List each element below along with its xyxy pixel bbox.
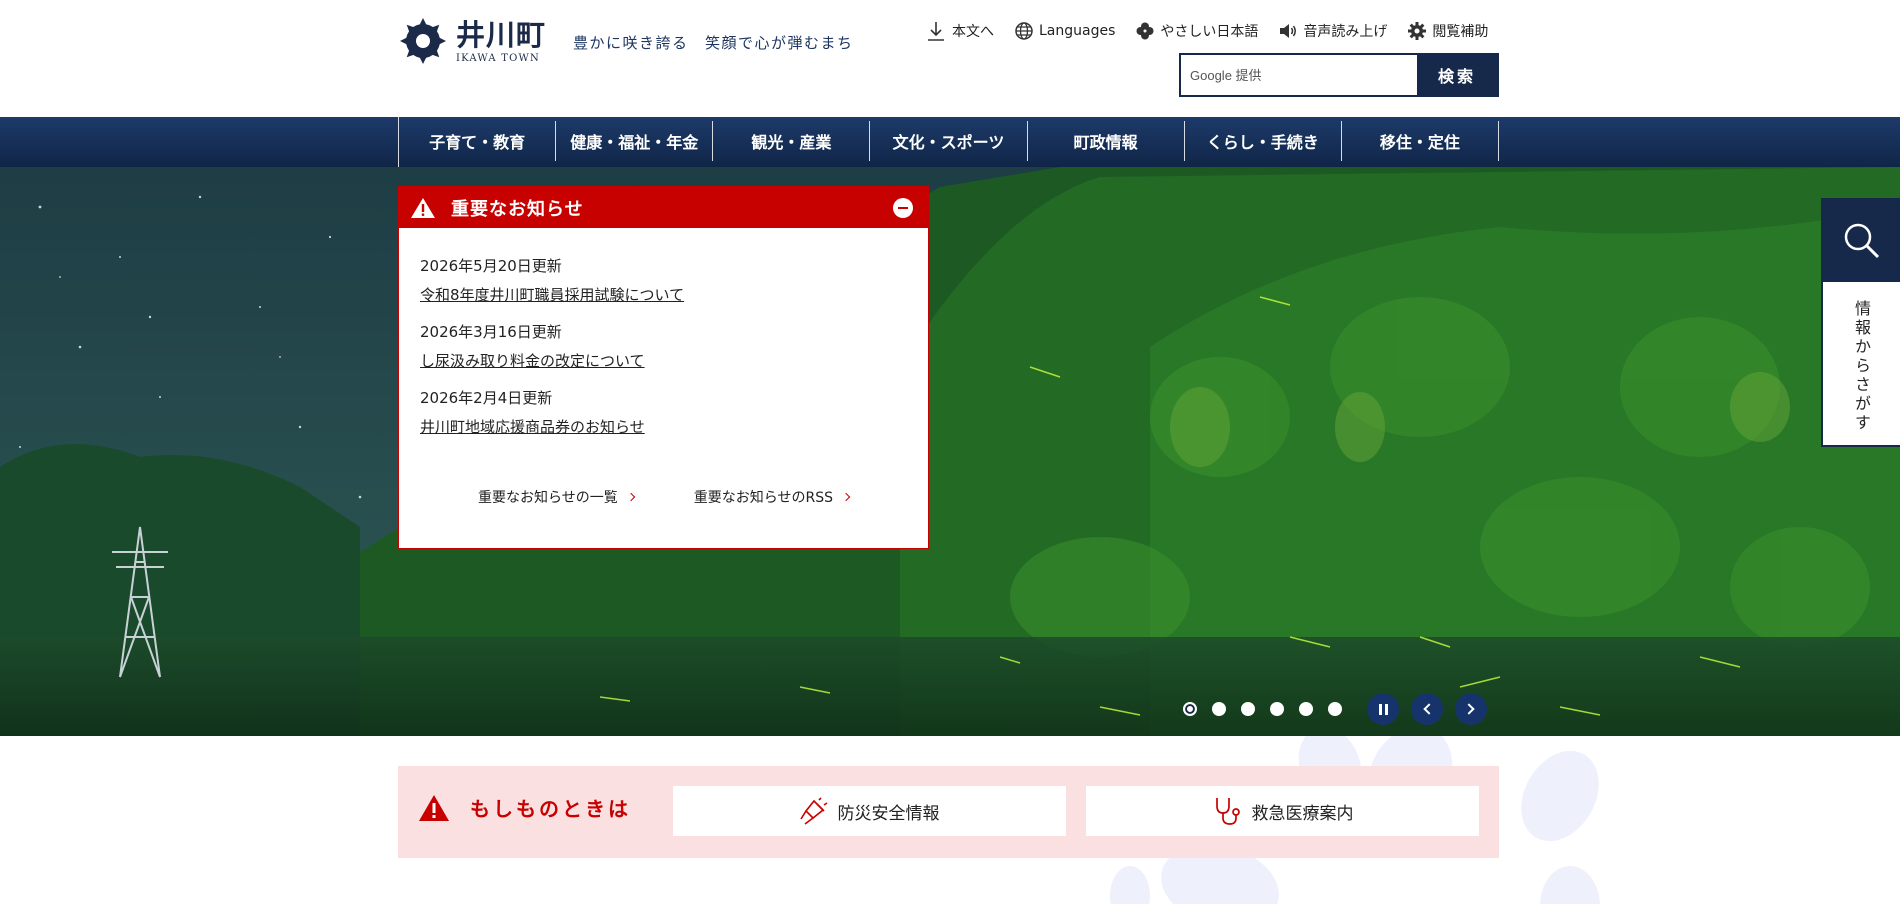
chevron-right-icon bbox=[841, 492, 851, 502]
notice-rss-link-label: 重要なお知らせのRSS bbox=[693, 490, 833, 506]
utility-label: やさしい日本語 bbox=[1160, 24, 1259, 40]
emergency-title: もしものときは bbox=[418, 793, 631, 822]
nav-item-town-government[interactable]: 町政情報 bbox=[1028, 121, 1185, 161]
chevron-right-icon bbox=[626, 492, 635, 502]
nav-item-tourism-industry[interactable]: 観光・産業 bbox=[713, 121, 871, 161]
notice-list-link[interactable]: 重要なお知らせの一覧 bbox=[478, 487, 635, 507]
skip-to-content-link[interactable]: 本文へ bbox=[925, 19, 994, 43]
site-search-form: 検索 bbox=[1179, 53, 1499, 97]
notice-list-link-label: 重要なお知らせの一覧 bbox=[478, 490, 618, 506]
slider-dot-6[interactable] bbox=[1328, 702, 1342, 716]
tagline: 豊かに咲き誇る 笑顔で心が弾むまち bbox=[573, 34, 854, 52]
stethoscope-icon bbox=[1215, 798, 1240, 825]
globe-icon bbox=[1015, 22, 1033, 40]
notice-title: 重要なお知らせ bbox=[451, 198, 584, 220]
nav-item-relocation[interactable]: 移住・定住 bbox=[1342, 121, 1499, 161]
logo-title: 井川町 bbox=[456, 17, 547, 52]
emergency-medical-button[interactable]: 救急医療案内 bbox=[1086, 786, 1479, 836]
utility-label: 音声読み上げ bbox=[1303, 24, 1388, 40]
read-aloud-link[interactable]: 音声読み上げ bbox=[1278, 19, 1387, 43]
notice-rss-link[interactable]: 重要なお知らせのRSS bbox=[693, 487, 851, 507]
download-arrow-icon bbox=[928, 22, 944, 41]
slider-dot-5[interactable] bbox=[1299, 702, 1313, 716]
logo-subtitle: IKAWA TOWN bbox=[456, 52, 540, 64]
clover-icon bbox=[1136, 22, 1154, 40]
hero-slider bbox=[0, 167, 1900, 736]
notice-link[interactable]: 井川町地域応援商品券のお知らせ bbox=[420, 417, 645, 437]
important-notice-panel: 重要なお知らせ 2026年5月20日更新 令和8年度井川町職員採用試験について … bbox=[398, 186, 929, 549]
collapse-icon[interactable] bbox=[893, 198, 913, 218]
search-button[interactable]: 検索 bbox=[1417, 55, 1497, 95]
slider-prev-button[interactable] bbox=[1411, 693, 1443, 725]
notice-date: 2026年5月20日更新 bbox=[420, 257, 562, 275]
disaster-safety-button[interactable]: 防災安全情報 bbox=[673, 786, 1066, 836]
warning-icon bbox=[411, 197, 435, 218]
list-item: 2026年2月4日更新 井川町地域応援商品券のお知らせ bbox=[420, 388, 928, 437]
accessibility-link[interactable]: 閲覧補助 bbox=[1407, 19, 1488, 43]
languages-link[interactable]: Languages bbox=[1014, 19, 1115, 43]
notice-header: 重要なお知らせ bbox=[399, 187, 928, 228]
disaster-safety-label: 防災安全情報 bbox=[837, 803, 940, 824]
town-emblem-icon bbox=[400, 18, 446, 64]
notice-date: 2026年3月16日更新 bbox=[420, 323, 562, 341]
nav-item-childcare-education[interactable]: 子育て・教育 bbox=[399, 121, 557, 161]
gear-icon bbox=[1408, 22, 1427, 40]
nav-item-health-welfare[interactable]: 健康・福祉・年金 bbox=[556, 121, 714, 161]
speaker-icon bbox=[1280, 24, 1297, 38]
flashlight-icon bbox=[799, 797, 827, 825]
chevron-left-icon bbox=[1423, 703, 1435, 715]
warning-icon bbox=[419, 794, 449, 821]
notice-footer-links: 重要なお知らせの一覧 重要なお知らせのRSS bbox=[399, 487, 928, 507]
notice-link[interactable]: し尿汲み取り料金の改定について bbox=[420, 351, 645, 371]
slider-dot-1[interactable] bbox=[1183, 702, 1197, 716]
slider-next-button[interactable] bbox=[1455, 693, 1487, 725]
list-item: 2026年5月20日更新 令和8年度井川町職員採用試験について bbox=[420, 256, 928, 305]
notice-list: 2026年5月20日更新 令和8年度井川町職員採用試験について 2026年3月1… bbox=[399, 228, 928, 437]
site-logo[interactable]: 井川町 IKAWA TOWN bbox=[398, 16, 546, 66]
emergency-bar: もしものときは 防災安全情報 救急医療案内 bbox=[398, 766, 1499, 858]
slider-dot-3[interactable] bbox=[1241, 702, 1255, 716]
hero-forest-image bbox=[0, 167, 1900, 736]
sidetab-icon-area bbox=[1823, 200, 1900, 282]
info-search-tab[interactable]: 情報からさがす bbox=[1821, 198, 1900, 447]
emergency-title-text: もしものときは bbox=[470, 797, 631, 821]
notice-date: 2026年2月4日更新 bbox=[420, 389, 553, 407]
utility-label: 本文へ bbox=[952, 24, 994, 40]
slider-dot-2[interactable] bbox=[1212, 702, 1226, 716]
utility-nav: 本文へ Languages やさしい日本語 音声読み上げ 閲覧補助 bbox=[925, 19, 1488, 43]
easy-japanese-link[interactable]: やさしい日本語 bbox=[1135, 19, 1258, 43]
sidetab-label: 情報からさがす bbox=[1852, 300, 1871, 433]
emergency-medical-label: 救急医療案内 bbox=[1251, 803, 1354, 824]
nav-item-culture-sports[interactable]: 文化・スポーツ bbox=[870, 121, 1028, 161]
search-input[interactable] bbox=[1181, 55, 1417, 95]
notice-link[interactable]: 令和8年度井川町職員採用試験について bbox=[420, 285, 684, 305]
nav-item-living-procedures[interactable]: くらし・手続き bbox=[1185, 121, 1342, 161]
search-icon bbox=[1844, 223, 1879, 259]
list-item: 2026年3月16日更新 し尿汲み取り料金の改定について bbox=[420, 322, 928, 371]
utility-label: Languages bbox=[1039, 23, 1116, 39]
chevron-right-icon bbox=[1463, 703, 1475, 715]
slider-pause-button[interactable] bbox=[1367, 693, 1399, 725]
slider-dot-4[interactable] bbox=[1270, 702, 1284, 716]
site-header: 井川町 IKAWA TOWN 豊かに咲き誇る 笑顔で心が弾むまち 本文へ Lan… bbox=[0, 0, 1900, 117]
utility-label: 閲覧補助 bbox=[1432, 24, 1489, 40]
slider-pagination bbox=[1183, 702, 1342, 716]
global-nav: 子育て・教育 健康・福祉・年金 観光・産業 文化・スポーツ 町政情報 くらし・手… bbox=[0, 117, 1900, 167]
